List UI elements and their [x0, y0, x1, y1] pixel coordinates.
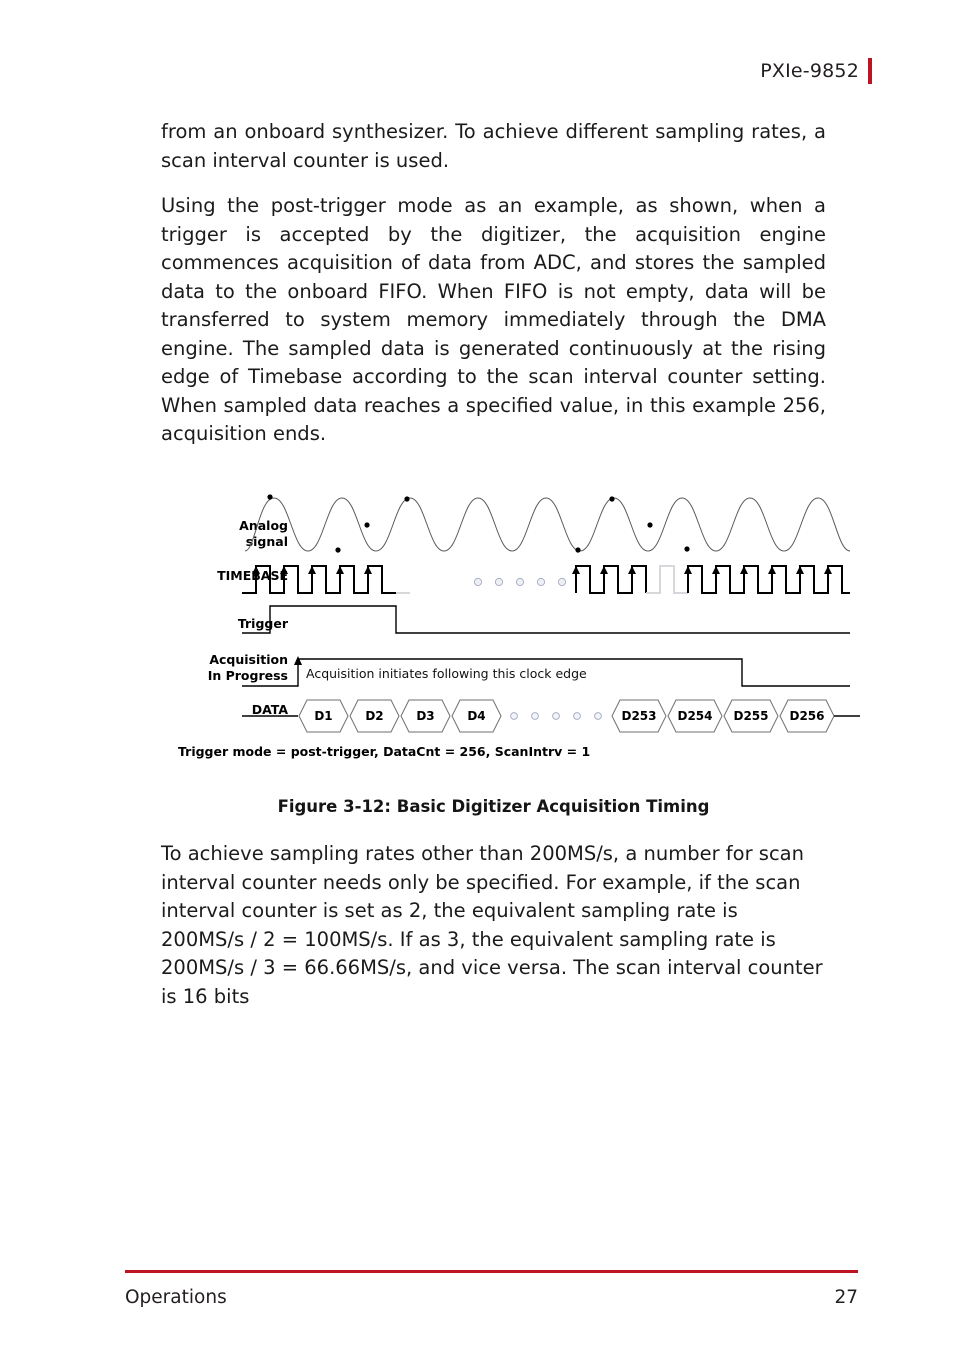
label-trigger: Trigger	[238, 616, 289, 631]
data-cell: D255	[723, 699, 779, 733]
data-cell: D1	[298, 699, 349, 733]
header-red-rule	[868, 58, 872, 84]
timebase-clock-waveform	[242, 565, 850, 594]
data-bus-waveform: D1 D2 D3 D4 D253 D254 D255 D256	[242, 699, 860, 733]
page-header: PXIe-9852	[0, 55, 954, 87]
label-acquisition-in-progress-line2: In Progress	[208, 668, 288, 683]
data-cell-label: D3	[416, 709, 434, 723]
paragraph-3: To achieve sampling rates other than 200…	[161, 842, 823, 1008]
footer-page-number: 27	[834, 1287, 858, 1308]
page-footer: Operations 27	[125, 1270, 858, 1308]
timing-diagram-figure: Analog signal TIMEBASE Trigger Acquisiti…	[160, 468, 860, 768]
data-ellipsis	[510, 712, 602, 720]
footer-row: Operations 27	[125, 1287, 858, 1308]
data-cell-label: D2	[365, 709, 383, 723]
data-cell: D4	[451, 699, 502, 733]
paragraph-1: from an onboard synthesizer. To achieve …	[161, 120, 826, 172]
figure-settings-note: Trigger mode = post-trigger, DataCnt = 2…	[178, 744, 590, 759]
acquisition-annotation: Acquisition initiates following this clo…	[306, 666, 587, 681]
body-text-bottom: To achieve sampling rates other than 200…	[161, 840, 826, 1028]
paragraph-2: Using the post-trigger mode as an exampl…	[161, 194, 826, 445]
data-cell-label: D255	[733, 709, 768, 723]
data-cell: D256	[779, 699, 835, 733]
footer-red-rule	[125, 1270, 858, 1273]
data-cell-label: D253	[621, 709, 656, 723]
footer-section-name: Operations	[125, 1287, 227, 1308]
acquisition-in-progress-waveform: Acquisition initiates following this clo…	[242, 656, 850, 687]
timebase-ellipsis	[473, 577, 567, 587]
data-cell-label: D256	[789, 709, 824, 723]
data-cell: D254	[667, 699, 723, 733]
data-cell-label: D254	[677, 709, 712, 723]
header-title: PXIe-9852	[760, 60, 859, 82]
data-cell: D253	[611, 699, 667, 733]
data-cell-label: D1	[314, 709, 332, 723]
data-cell-label: D4	[467, 709, 485, 723]
label-timebase: TIMEBASE	[217, 568, 288, 583]
label-data: DATA	[252, 702, 289, 717]
figure-caption: Figure 3-12: Basic Digitizer Acquisition…	[277, 797, 710, 816]
label-acquisition-in-progress-line1: Acquisition	[209, 652, 288, 667]
label-analog-signal-line1: Analog	[239, 518, 288, 533]
body-text-top: from an onboard synthesizer. To achieve …	[161, 118, 826, 466]
analog-signal-waveform	[244, 494, 851, 553]
trigger-waveform	[242, 605, 850, 634]
data-cell: D2	[349, 699, 400, 733]
data-cell: D3	[400, 699, 451, 733]
